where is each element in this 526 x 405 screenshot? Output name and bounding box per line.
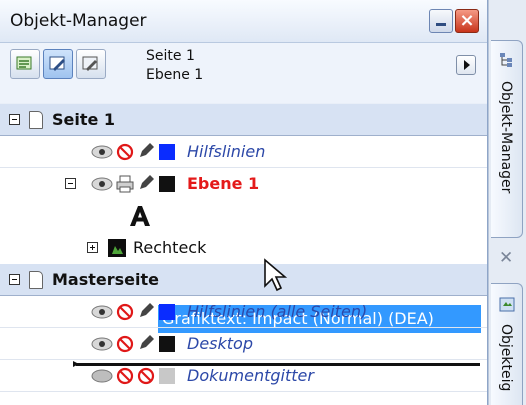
tree-row-grafiktext[interactable] — [0, 200, 487, 232]
no-print-icon[interactable] — [116, 303, 134, 321]
layer-color-swatch[interactable] — [159, 304, 175, 320]
close-button[interactable]: × — [455, 9, 479, 33]
layer-color-swatch[interactable] — [159, 368, 175, 384]
layer-color-swatch[interactable] — [159, 144, 175, 160]
rectangle-object-icon — [108, 239, 126, 257]
master-page-icon — [29, 271, 43, 289]
flyout-menu-button[interactable] — [456, 55, 476, 75]
layer-manager-view-button[interactable] — [76, 49, 106, 79]
tree-label: Desktop — [187, 334, 253, 353]
tree-label: Hilfslinien (alle Seiten) — [187, 302, 368, 321]
layers-icon — [16, 56, 32, 70]
tab-objekt-manager[interactable]: Objekt-Manager — [491, 40, 523, 238]
tree-row-hilfslinien[interactable]: Hilfslinien — [0, 136, 487, 168]
collapse-icon[interactable] — [9, 114, 20, 125]
pencil-icon[interactable] — [137, 174, 155, 192]
title-bar[interactable]: Objekt-Manager × — [0, 0, 487, 43]
tree-label: Hilfslinien — [187, 142, 266, 161]
page-icon — [29, 111, 43, 129]
docker-window: Objekt-Manager × Seite 1 Ebene 1 Seite 1… — [0, 0, 526, 405]
eye-icon[interactable] — [91, 175, 113, 193]
edit-layers-icon — [49, 56, 65, 71]
collapse-icon[interactable] — [65, 178, 76, 189]
docker-tab-strip: Objekt-Manager ✕ Objekteig — [488, 0, 526, 405]
no-print-icon[interactable] — [116, 143, 134, 161]
tab-label: Objekteig — [498, 324, 514, 392]
tab-objekteigenschaften[interactable]: Objekteig — [491, 283, 523, 405]
minimize-button[interactable] — [429, 9, 453, 33]
show-properties-button[interactable] — [10, 49, 40, 79]
object-properties-icon — [499, 297, 515, 312]
tree-label: Rechteck — [133, 238, 207, 257]
pencil-icon[interactable] — [137, 302, 155, 320]
tab-label: Objekt-Manager — [498, 81, 514, 194]
tree-row-masterseite[interactable]: Masterseite — [0, 264, 487, 296]
collapse-icon[interactable] — [9, 274, 20, 285]
printer-icon[interactable] — [115, 174, 135, 194]
tree-label: Seite 1 — [52, 110, 116, 129]
current-page-layer: Seite 1 Ebene 1 — [146, 47, 203, 85]
no-print-icon[interactable] — [116, 335, 134, 353]
object-tree: Seite 1 Hilfslinien Ebene 1 Grafiktext: … — [0, 104, 487, 405]
locked-pencil-icon[interactable] — [137, 367, 155, 385]
eye-icon[interactable] — [91, 143, 113, 161]
tree-label: Ebene 1 — [187, 174, 260, 193]
tree-label: Masterseite — [52, 270, 159, 289]
layer-color-swatch[interactable] — [159, 176, 175, 192]
current-layer-label: Ebene 1 — [146, 67, 204, 83]
tree-row-ebene-1[interactable]: Ebene 1 — [0, 168, 487, 200]
tree-row-desktop[interactable]: Desktop — [0, 328, 487, 360]
tree-row-hilfslinien-alle-seiten[interactable]: Hilfslinien (alle Seiten) — [0, 296, 487, 328]
layer-color-swatch[interactable] — [159, 336, 175, 352]
edit-across-layers-button[interactable] — [43, 49, 73, 79]
panel-title: Objekt-Manager — [10, 11, 147, 31]
pencil-icon[interactable] — [137, 142, 155, 160]
pencil-icon[interactable] — [137, 334, 155, 352]
tree-label: Dokumentgitter — [187, 366, 314, 385]
current-page-label: Seite 1 — [146, 48, 195, 64]
mouse-pointer-icon — [264, 258, 287, 292]
close-tab-icon[interactable]: ✕ — [499, 248, 513, 268]
tree-row-rechteck[interactable]: Rechteck — [0, 232, 487, 264]
hidden-eye-icon[interactable] — [91, 367, 113, 385]
artistic-text-icon — [130, 206, 150, 226]
toolbar: Seite 1 Ebene 1 — [0, 43, 487, 103]
object-manager-icon — [500, 53, 512, 67]
object-manager-panel: Objekt-Manager × Seite 1 Ebene 1 Seite 1… — [0, 0, 488, 405]
tree-row-dokumentgitter[interactable]: Dokumentgitter — [0, 360, 487, 392]
eye-icon[interactable] — [91, 303, 113, 321]
eye-icon[interactable] — [91, 335, 113, 353]
tree-row-seite-1[interactable]: Seite 1 — [0, 104, 487, 136]
layer-manager-icon — [82, 56, 98, 71]
expand-icon[interactable] — [87, 242, 98, 253]
no-print-icon[interactable] — [116, 367, 134, 385]
